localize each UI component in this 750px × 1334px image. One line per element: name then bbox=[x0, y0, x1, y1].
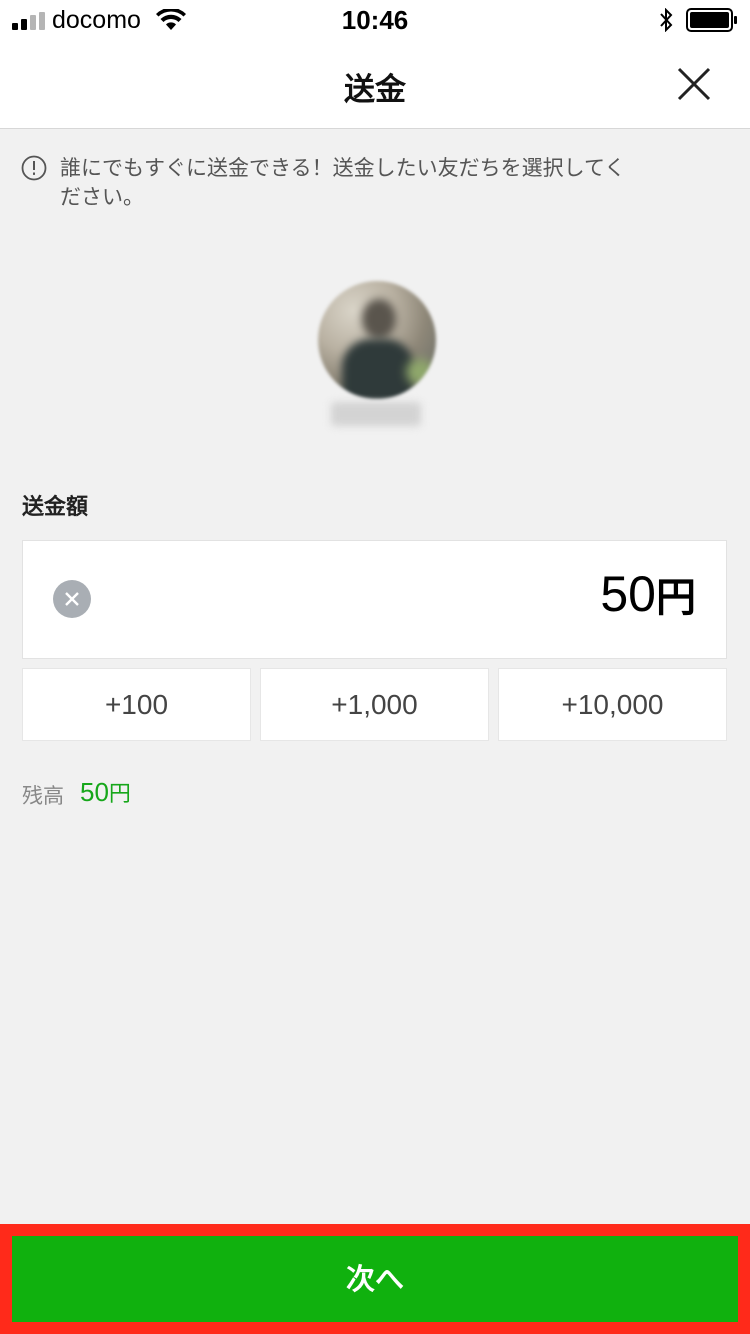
amount-value: 50円 bbox=[600, 565, 696, 623]
balance-number: 50 bbox=[80, 777, 109, 807]
header: 送金 bbox=[0, 40, 750, 129]
recipient-name bbox=[331, 402, 421, 426]
add-1000-button[interactable]: +1,000 bbox=[260, 668, 489, 741]
amount-unit: 円 bbox=[656, 575, 696, 621]
status-bar: docomo 10:46 bbox=[0, 0, 750, 40]
balance-unit: 円 bbox=[108, 782, 131, 807]
info-icon bbox=[21, 155, 47, 181]
battery-icon bbox=[686, 8, 737, 32]
amount-input[interactable]: 50円 bbox=[22, 540, 727, 659]
bluetooth-icon bbox=[660, 8, 673, 32]
recipient-avatar[interactable] bbox=[318, 281, 436, 399]
next-button[interactable]: 次へ bbox=[12, 1236, 738, 1322]
clock: 10:46 bbox=[341, 5, 409, 35]
add-100-button[interactable]: +100 bbox=[22, 668, 251, 741]
page-title: 送金 bbox=[344, 72, 406, 108]
add-10000-button[interactable]: +10,000 bbox=[498, 668, 727, 741]
notice-text: 誰にでもすぐに送金できる！送金したい友だちを選択してください。 bbox=[60, 156, 626, 209]
balance-label: 残高 bbox=[22, 784, 64, 808]
clear-amount-button[interactable] bbox=[53, 580, 91, 618]
clear-icon bbox=[65, 592, 79, 606]
balance-value: 50円 bbox=[80, 776, 131, 808]
amount-number: 50 bbox=[600, 566, 656, 622]
amount-label: 送金額 bbox=[22, 495, 89, 520]
next-button-highlight: 次へ bbox=[0, 1224, 750, 1334]
close-icon[interactable] bbox=[672, 62, 716, 106]
